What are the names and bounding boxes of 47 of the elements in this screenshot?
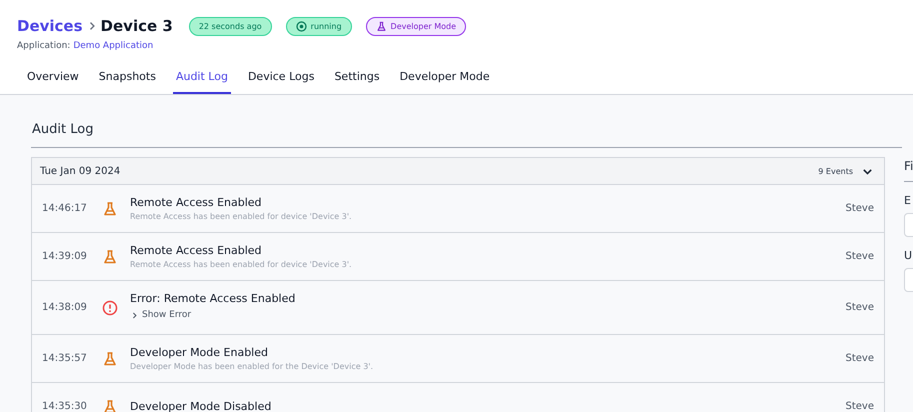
filters-title: Fi bbox=[904, 159, 913, 182]
event-description: Remote Access has been enabled for device 'Device 3'. bbox=[130, 212, 353, 221]
filter-label: U bbox=[904, 249, 913, 262]
flask-icon bbox=[102, 200, 118, 216]
application-label: Application: bbox=[17, 41, 70, 51]
application-link[interactable]: Demo Application bbox=[73, 41, 154, 51]
event-time: 14:38:09 bbox=[42, 302, 88, 313]
event-time: 14:39:09 bbox=[42, 251, 88, 262]
tab[interactable]: Snapshots bbox=[96, 68, 159, 94]
event-time: 14:46:17 bbox=[42, 203, 88, 214]
event-title: Remote Access Enabled bbox=[130, 196, 263, 209]
tab[interactable]: Overview bbox=[24, 68, 82, 94]
event-time: 14:35:57 bbox=[42, 353, 88, 364]
target-icon bbox=[296, 20, 307, 32]
flask-icon bbox=[102, 350, 118, 366]
tab[interactable]: Device Logs bbox=[244, 68, 318, 94]
event-title: Remote Access Enabled bbox=[130, 244, 263, 257]
event-user: Steve bbox=[846, 353, 874, 364]
event-title: Developer Mode Disabled bbox=[130, 400, 272, 412]
event-title: Developer Mode Enabled bbox=[130, 346, 269, 359]
group-date: Tue Jan 09 2024 bbox=[40, 166, 120, 176]
event-count: 9 Events bbox=[818, 166, 853, 176]
status-badge: 22 seconds ago bbox=[188, 16, 272, 36]
section-title: Audit Log bbox=[31, 95, 902, 148]
tab[interactable]: Developer Mode bbox=[396, 68, 493, 94]
chevron-icon bbox=[130, 310, 139, 320]
event-description: Developer Mode has been enabled for the Device 'Device 3'. bbox=[130, 362, 374, 371]
error-icon bbox=[102, 300, 118, 316]
event-user: Steve bbox=[846, 203, 874, 214]
group-header[interactable]: Tue Jan 09 2024 9 Events bbox=[32, 158, 884, 185]
status-badge: running bbox=[286, 16, 352, 36]
event-title: Error: Remote Access Enabled bbox=[130, 292, 296, 304]
page-title: Device 3 bbox=[100, 17, 173, 35]
breadcrumb-link[interactable]: Devices bbox=[17, 17, 83, 35]
event-description: Remote Access has been enabled for device 'Device 3'. bbox=[130, 260, 353, 269]
event-user: Steve bbox=[846, 401, 874, 412]
event-time: 14:35:30 bbox=[42, 401, 88, 412]
flask-icon bbox=[102, 248, 118, 264]
tab[interactable]: Audit Log bbox=[172, 68, 231, 94]
show-error-toggle[interactable]: Show Error bbox=[130, 310, 192, 320]
flask-icon bbox=[102, 398, 118, 412]
flask-icon bbox=[376, 20, 387, 32]
event-user: Steve bbox=[846, 251, 874, 262]
tab[interactable]: Settings bbox=[331, 68, 383, 94]
filter-label: E bbox=[904, 194, 912, 207]
event-user: Steve bbox=[846, 302, 874, 313]
status-badge: Developer Mode bbox=[366, 16, 466, 36]
